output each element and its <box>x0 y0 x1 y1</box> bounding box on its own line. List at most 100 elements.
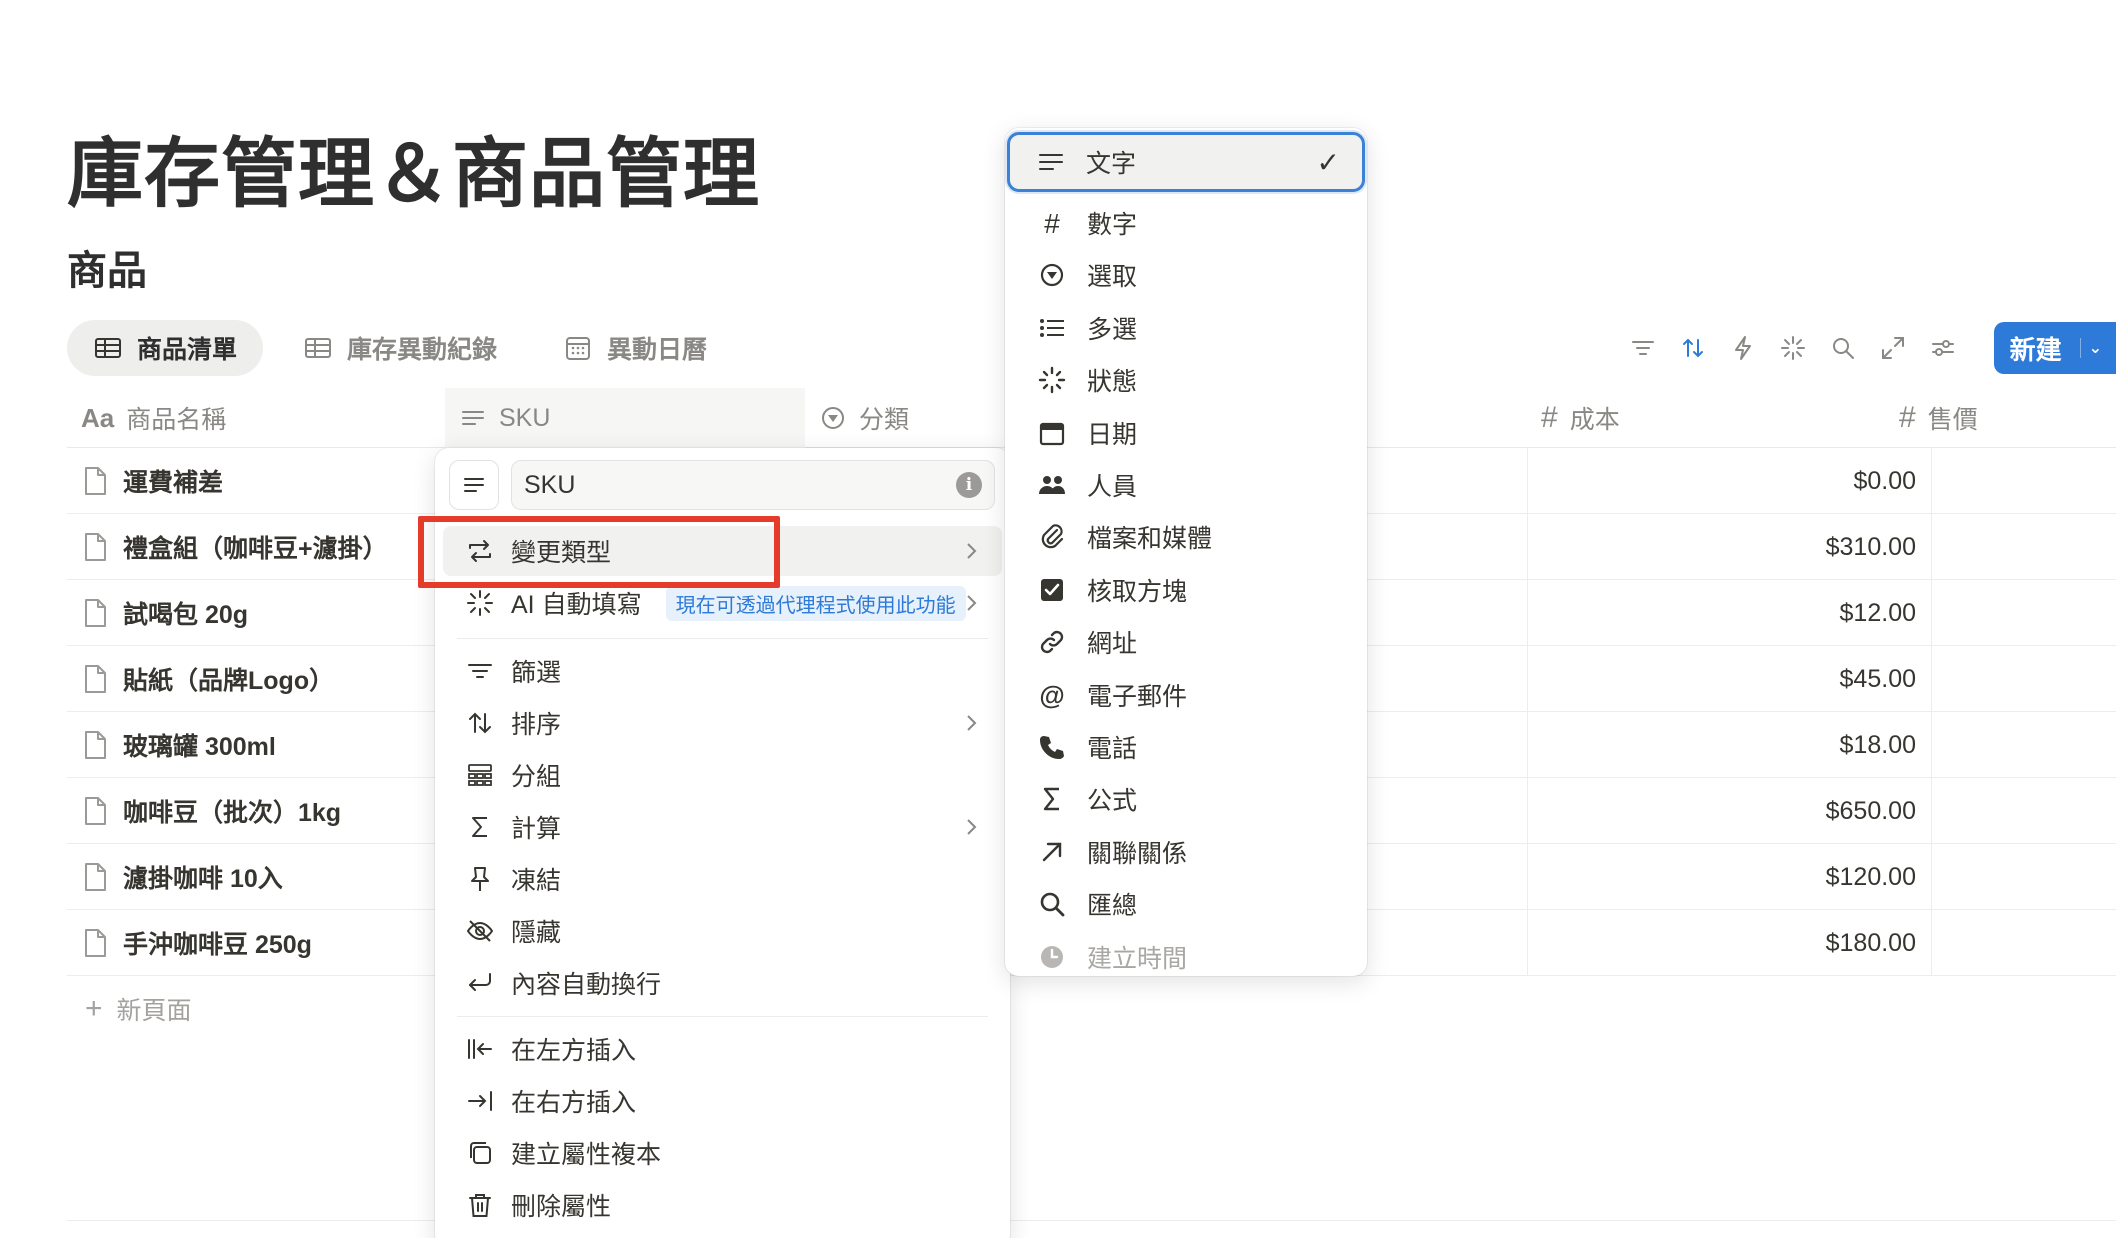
property-name-value: SKU <box>524 470 576 499</box>
pin-icon <box>471 867 489 891</box>
insert-right-item[interactable]: 在右方插入 <box>443 1076 1002 1126</box>
column-divider <box>1931 910 1932 975</box>
chevron-right-icon <box>967 819 977 835</box>
row-cost: $0.00 <box>1853 466 1916 495</box>
row-cost: $180.00 <box>1825 928 1916 957</box>
type-option-attachment[interactable]: 檔案和媒體 <box>1013 512 1359 562</box>
row-name-cell[interactable]: 貼紙（品牌Logo） <box>81 646 334 712</box>
check-icon: ✓ <box>1316 146 1340 178</box>
type-label: 多選 <box>1087 315 1138 344</box>
table-icon <box>305 338 332 358</box>
type-option-multi-select[interactable]: 多選 <box>1013 303 1359 353</box>
row-name-cell[interactable]: 咖啡豆（批次）1kg <box>81 778 341 844</box>
type-option-formula[interactable]: 公式 <box>1013 774 1359 824</box>
settings-icon[interactable] <box>1928 333 1958 363</box>
new-page-button[interactable]: + 新頁面 <box>67 976 2116 1042</box>
row-cost-cell[interactable]: $45.00 <box>1527 646 1931 712</box>
chevron-right-icon <box>967 543 977 559</box>
calculate-item[interactable]: 計算 <box>443 802 1002 852</box>
type-option-checkbox[interactable]: 核取方塊 <box>1013 565 1359 615</box>
group-item[interactable]: 分組 <box>443 750 1002 800</box>
divider <box>67 1220 2116 1221</box>
filter-icon <box>468 664 492 678</box>
column-header-category[interactable]: 分類 <box>819 388 909 448</box>
menu-label: AI 自動填寫 <box>511 591 642 619</box>
type-option-number[interactable]: # 數字 <box>1013 198 1359 248</box>
wrap-content-item[interactable]: 內容自動換行 <box>443 958 1002 1008</box>
tab-inventory-log[interactable]: 庫存異動紀錄 <box>277 320 523 376</box>
expand-icon[interactable] <box>1878 333 1908 363</box>
tab-label: 異動日曆 <box>607 336 708 364</box>
type-option-people[interactable]: 人員 <box>1013 460 1359 510</box>
menu-label: 在左方插入 <box>511 1037 637 1065</box>
chevron-down-icon[interactable]: ⌄ <box>2079 338 2102 358</box>
row-cost-cell[interactable]: $310.00 <box>1527 514 1931 580</box>
delete-property-item[interactable]: 刪除屬性 <box>443 1180 1002 1230</box>
type-label: 網址 <box>1087 630 1138 659</box>
property-name-input[interactable]: SKU i <box>511 460 995 510</box>
type-label: 人員 <box>1087 473 1138 501</box>
tab-change-calendar[interactable]: 異動日曆 <box>537 320 733 376</box>
column-header-sku[interactable]: SKU <box>445 388 805 448</box>
tab-product-list[interactable]: 商品清單 <box>67 320 264 376</box>
row-name-cell[interactable]: 試喝包 20g <box>81 580 248 646</box>
page-icon <box>85 599 106 627</box>
property-type-button[interactable] <box>449 460 499 510</box>
type-option-date[interactable]: 日期 <box>1013 408 1359 458</box>
type-option-relation[interactable]: 關聯關係 <box>1013 827 1359 877</box>
new-button[interactable]: 新建 ⌄ <box>1993 322 2116 374</box>
page-icon <box>85 665 106 693</box>
menu-label: 計算 <box>511 815 562 843</box>
row-name: 濾掛咖啡 10入 <box>123 865 283 893</box>
select-icon <box>1040 264 1064 287</box>
hide-item[interactable]: 隱藏 <box>443 906 1002 956</box>
menu-label: 刪除屬性 <box>511 1193 612 1221</box>
new-button-label: 新建 <box>2009 334 2062 365</box>
row-cost-cell[interactable]: $180.00 <box>1527 910 1931 976</box>
type-label: 檔案和媒體 <box>1087 525 1213 554</box>
column-header-name[interactable]: Aa 商品名稱 <box>81 388 226 448</box>
column-header-price[interactable]: # 售價 <box>1899 388 1978 448</box>
page-icon <box>85 929 106 957</box>
type-option-rollup[interactable]: 匯總 <box>1013 879 1359 929</box>
row-cost-cell[interactable]: $120.00 <box>1527 844 1931 910</box>
filter-icon[interactable] <box>1628 333 1658 363</box>
row-cost-cell[interactable]: $18.00 <box>1527 712 1931 778</box>
type-option-select[interactable]: 選取 <box>1013 250 1359 300</box>
row-cost-cell[interactable]: $12.00 <box>1527 580 1931 646</box>
insert-right-icon <box>468 1091 492 1111</box>
type-option-created-time[interactable]: 建立時間 <box>1013 932 1359 982</box>
tab-label: 商品清單 <box>137 336 238 364</box>
row-cost: $45.00 <box>1839 664 1916 693</box>
chevron-right-icon <box>967 595 977 611</box>
column-header-cost[interactable]: # 成本 <box>1541 388 1620 448</box>
database-title[interactable]: 商品 <box>67 238 147 296</box>
info-icon[interactable]: i <box>956 472 982 498</box>
row-cost-cell[interactable]: $0.00 <box>1527 448 1931 514</box>
sort-icon[interactable] <box>1678 333 1708 363</box>
automation-icon[interactable] <box>1728 333 1758 363</box>
type-label: 選取 <box>1087 263 1138 292</box>
status-icon <box>1038 366 1066 394</box>
page-title: 庫存管理＆商品管理 <box>67 132 760 217</box>
type-option-status[interactable]: 狀態 <box>1013 355 1359 405</box>
row-cost-cell[interactable]: $650.00 <box>1527 778 1931 844</box>
row-name-cell[interactable]: 手沖咖啡豆 250g <box>81 910 312 976</box>
freeze-item[interactable]: 凍結 <box>443 854 1002 904</box>
row-name-cell[interactable]: 濾掛咖啡 10入 <box>81 844 283 910</box>
row-name-cell[interactable]: 玻璃罐 300ml <box>81 712 276 778</box>
type-option-email[interactable]: @ 電子郵件 <box>1013 670 1359 720</box>
sort-item[interactable]: 排序 <box>443 698 1002 748</box>
search-icon[interactable] <box>1828 333 1858 363</box>
ai-sparkle-icon[interactable] <box>1778 333 1808 363</box>
insert-left-item[interactable]: 在左方插入 <box>443 1024 1002 1074</box>
duplicate-property-item[interactable]: 建立屬性複本 <box>443 1128 1002 1178</box>
row-name-cell[interactable]: 運費補差 <box>81 448 223 514</box>
type-option-link[interactable]: 網址 <box>1013 617 1359 667</box>
row-name: 玻璃罐 300ml <box>123 733 276 761</box>
row-name-cell[interactable]: 禮盒組（咖啡豆+濾掛） <box>81 514 388 580</box>
filter-item[interactable]: 篩選 <box>443 646 1002 696</box>
eye-off-icon <box>466 920 494 942</box>
type-option-text[interactable]: 文字 ✓ <box>1007 132 1365 192</box>
type-option-phone[interactable]: 電話 <box>1013 722 1359 772</box>
